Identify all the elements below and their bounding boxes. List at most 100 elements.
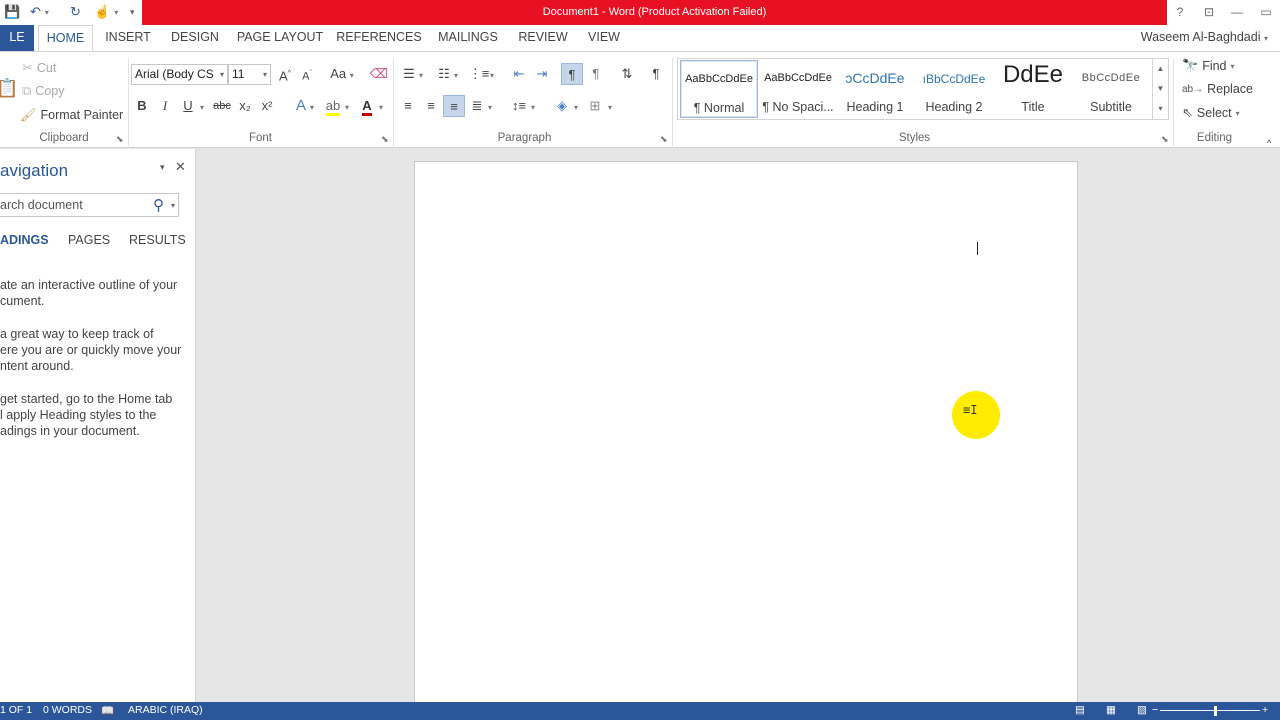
style-subtitle[interactable]: BbCcDdEe Subtitle: [1072, 60, 1150, 118]
proofing-icon[interactable]: 📖: [101, 704, 114, 717]
style-no-spacing[interactable]: AaBbCcDdEe ¶ No Spaci...: [759, 60, 837, 118]
styles-gallery: AaBbCcDdEe ¶ Normal AaBbCcDdEe ¶ No Spac…: [677, 58, 1169, 120]
pane-options-icon[interactable]: ▾: [160, 162, 165, 173]
tab-view[interactable]: VIEW: [582, 25, 626, 51]
zoom-slider[interactable]: [1214, 706, 1217, 716]
justify-dropdown[interactable]: ▾: [484, 95, 496, 117]
scissors-icon: ✂: [22, 60, 33, 75]
gallery-more-icon[interactable]: ▾: [1153, 99, 1168, 119]
clear-formatting-icon[interactable]: ⌫: [368, 63, 390, 85]
styles-launcher-icon[interactable]: ⬊: [1161, 134, 1169, 145]
ribbon-display-button[interactable]: ⊡: [1196, 0, 1222, 25]
shrink-font-button[interactable]: Aˇ: [296, 63, 318, 85]
line-spacing-dropdown[interactable]: ▾: [527, 95, 539, 117]
undo-icon[interactable]: ↶ ▾: [30, 3, 49, 21]
touch-mode-icon[interactable]: ☝ ▾: [94, 3, 118, 21]
underline-button[interactable]: U: [177, 95, 199, 117]
shading-dropdown[interactable]: ▾: [570, 95, 582, 117]
font-color-dropdown[interactable]: ▾: [375, 95, 387, 117]
rtl-direction-icon[interactable]: ¶: [585, 63, 607, 85]
align-left-icon[interactable]: ≡: [397, 95, 419, 117]
sort-icon[interactable]: ⇅: [616, 63, 638, 85]
redo-icon[interactable]: ↻: [70, 3, 81, 21]
replace-button[interactable]: ab→ Replace: [1182, 82, 1253, 96]
tab-home[interactable]: HOME: [38, 25, 93, 52]
find-button[interactable]: 🔭 Find ▾: [1182, 58, 1235, 74]
word-count[interactable]: 0 WORDS: [43, 704, 92, 716]
tab-headings[interactable]: ADINGS: [0, 233, 49, 247]
web-layout-icon[interactable]: ▧: [1137, 704, 1147, 716]
copy-button[interactable]: ⧉ Copy: [22, 83, 64, 99]
tab-design[interactable]: DESIGN: [164, 25, 226, 51]
numbering-dropdown[interactable]: ▾: [450, 63, 462, 85]
bullets-dropdown[interactable]: ▾: [415, 63, 427, 85]
help-paragraph: get started, go to the Home tab l apply …: [0, 392, 173, 438]
page-count[interactable]: 1 OF 1: [0, 704, 32, 716]
paragraph-group-label: Paragraph: [497, 132, 552, 144]
gallery-scroll[interactable]: ▲ ▼ ▾: [1152, 59, 1168, 119]
format-painter-button[interactable]: 🖌 Format Painter: [20, 107, 123, 123]
customize-qat-icon[interactable]: ▾: [130, 3, 135, 21]
read-mode-icon[interactable]: ▤: [1075, 704, 1085, 716]
help-paragraph: ate an interactive outline of your cumen…: [0, 278, 178, 308]
font-size-select[interactable]: 11 ▾: [228, 64, 271, 85]
status-bar: 1 OF 1 0 WORDS 📖 ARABIC (IRAQ) ▤ ▦ ▧ − +: [0, 702, 1280, 720]
language-indicator[interactable]: ARABIC (IRAQ): [128, 704, 203, 716]
borders-dropdown[interactable]: ▾: [604, 95, 616, 117]
tab-review[interactable]: REVIEW: [513, 25, 573, 51]
help-button[interactable]: ?: [1167, 0, 1193, 25]
style-heading-1[interactable]: ɔCcDdEe Heading 1: [836, 60, 914, 118]
highlight-dropdown[interactable]: ▾: [341, 95, 353, 117]
save-icon[interactable]: 💾: [4, 3, 20, 21]
tab-references[interactable]: REFERENCES: [334, 25, 424, 51]
document-page[interactable]: [414, 161, 1078, 720]
tab-file[interactable]: LE: [0, 25, 34, 51]
change-case-button[interactable]: Aa ▾: [326, 63, 358, 85]
zoom-in-icon[interactable]: +: [1262, 704, 1268, 716]
print-layout-icon[interactable]: ▦: [1106, 704, 1116, 716]
style-heading-2[interactable]: ıBbCcDdEe Heading 2: [915, 60, 993, 118]
search-document-input[interactable]: arch document ⚲ ▾: [0, 193, 179, 217]
superscript-button[interactable]: x²: [256, 95, 278, 117]
paste-icon[interactable]: 📋: [0, 78, 18, 99]
zoom-out-icon[interactable]: −: [1152, 704, 1158, 716]
close-icon[interactable]: ✕: [175, 159, 186, 175]
clipboard-launcher-icon[interactable]: ⬊: [116, 134, 124, 145]
tab-results[interactable]: RESULTS: [129, 233, 186, 247]
minimize-button[interactable]: —: [1224, 0, 1250, 25]
style-normal[interactable]: AaBbCcDdEe ¶ Normal: [680, 60, 758, 118]
tab-page-layout[interactable]: PAGE LAYOUT: [236, 25, 324, 51]
ltr-direction-icon[interactable]: ¶: [561, 63, 583, 85]
style-title[interactable]: DdEe Title: [994, 60, 1072, 118]
grow-font-button[interactable]: A^: [274, 63, 296, 85]
brush-icon: 🖌: [20, 107, 37, 122]
user-account[interactable]: Waseem Al-Baghdadi ▾: [1141, 30, 1268, 44]
align-center-icon[interactable]: ≡: [420, 95, 442, 117]
text-effects-dropdown[interactable]: ▾: [306, 95, 318, 117]
italic-button[interactable]: I: [154, 95, 176, 117]
show-formatting-icon[interactable]: ¶: [645, 63, 667, 85]
borders-icon[interactable]: ⊞: [584, 95, 606, 117]
underline-dropdown[interactable]: ▾: [197, 95, 207, 117]
font-launcher-icon[interactable]: ⬊: [381, 134, 389, 145]
tab-mailings[interactable]: MAILINGS: [432, 25, 504, 51]
strikethrough-button[interactable]: abc: [211, 95, 233, 117]
search-icon[interactable]: ⚲: [153, 196, 164, 214]
font-family-select[interactable]: Arial (Body CS ▾: [131, 64, 228, 85]
subscript-button[interactable]: x₂: [234, 95, 256, 117]
tab-pages[interactable]: PAGES: [68, 233, 110, 247]
cut-button[interactable]: ✂ Cut: [22, 60, 56, 76]
search-options-dropdown[interactable]: ▾: [171, 201, 175, 210]
bold-button[interactable]: B: [131, 95, 153, 117]
decrease-indent-icon[interactable]: ⇤: [508, 63, 530, 85]
paragraph-launcher-icon[interactable]: ⬊: [660, 134, 668, 145]
select-button[interactable]: ⇖ Select ▾: [1182, 105, 1240, 121]
chevron-up-icon[interactable]: ▲: [1153, 59, 1168, 79]
increase-indent-icon[interactable]: ⇥: [531, 63, 553, 85]
chevron-down-icon[interactable]: ▼: [1153, 79, 1168, 99]
restore-button[interactable]: ▭: [1253, 0, 1279, 25]
align-right-icon[interactable]: ≡: [443, 95, 465, 117]
multilevel-dropdown[interactable]: ▾: [486, 63, 498, 85]
ribbon: 📋 ✂ Cut ⧉ Copy 🖌 Format Painter Clipboard ⬊…: [0, 51, 1280, 148]
tab-insert[interactable]: INSERT: [102, 25, 154, 51]
